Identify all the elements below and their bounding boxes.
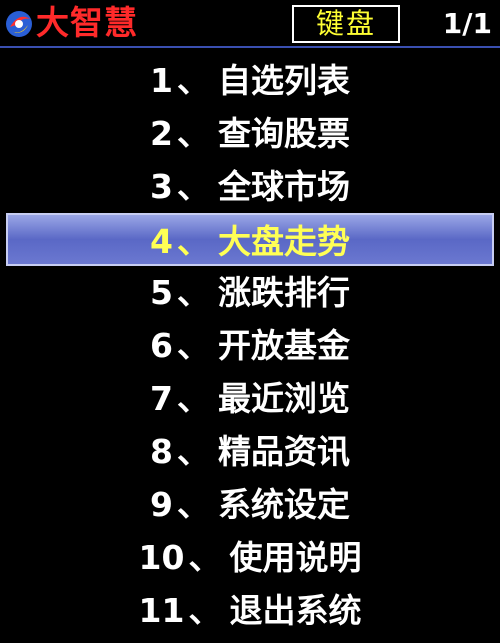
menu-item-recently-viewed[interactable]: 7、最近浏览 xyxy=(0,372,500,425)
app-title: 大智慧 xyxy=(36,3,138,42)
menu-item-number: 3 xyxy=(150,167,173,206)
menu-item-open-funds[interactable]: 6、开放基金 xyxy=(0,319,500,372)
menu-item-number: 4 xyxy=(150,222,173,261)
menu-item-separator: 、 xyxy=(188,538,222,577)
menu-item-label: 开放基金 xyxy=(217,326,350,365)
menu-item-gainers-losers[interactable]: 5、涨跌排行 xyxy=(0,266,500,319)
menu-item-number: 1 xyxy=(150,61,173,100)
menu-item-label: 自选列表 xyxy=(217,61,350,100)
menu-item-market-trend[interactable]: 4、大盘走势 xyxy=(6,213,494,266)
menu-item-label: 涨跌排行 xyxy=(217,273,350,312)
dzh-logo-icon xyxy=(6,11,32,37)
menu-item-label: 全球市场 xyxy=(217,167,350,206)
menu-item-number: 6 xyxy=(150,326,173,365)
menu-item-separator: 、 xyxy=(176,61,210,100)
menu-item-number: 11 xyxy=(138,591,185,630)
menu-item-number: 8 xyxy=(150,432,173,471)
main-menu: 1、自选列表 2、查询股票 3、全球市场 4、大盘走势 5、涨跌排行 6、开放基… xyxy=(0,54,500,637)
menu-item-number: 9 xyxy=(150,485,173,524)
keyboard-mode-button[interactable]: 键盘 xyxy=(292,5,400,43)
menu-item-number: 7 xyxy=(150,379,173,418)
menu-item-system-settings[interactable]: 9、系统设定 xyxy=(0,478,500,531)
menu-item-featured-news[interactable]: 8、精品资讯 xyxy=(0,425,500,478)
menu-item-separator: 、 xyxy=(176,485,210,524)
menu-item-label: 使用说明 xyxy=(229,538,362,577)
menu-item-separator: 、 xyxy=(176,273,210,312)
menu-item-separator: 、 xyxy=(176,222,210,261)
menu-item-label: 最近浏览 xyxy=(217,379,350,418)
menu-item-global-markets[interactable]: 3、全球市场 xyxy=(0,160,500,213)
menu-item-number: 5 xyxy=(150,273,173,312)
menu-item-stock-query[interactable]: 2、查询股票 xyxy=(0,107,500,160)
menu-item-separator: 、 xyxy=(176,114,210,153)
menu-item-separator: 、 xyxy=(188,591,222,630)
menu-item-number: 2 xyxy=(150,114,173,153)
title-bar: 大智慧 键盘 1/1 xyxy=(0,0,500,48)
menu-item-number: 10 xyxy=(138,538,185,577)
menu-item-exit-system[interactable]: 11、退出系统 xyxy=(0,584,500,637)
page-indicator: 1/1 xyxy=(442,7,492,40)
menu-item-label: 精品资讯 xyxy=(217,432,350,471)
menu-item-separator: 、 xyxy=(176,326,210,365)
menu-item-separator: 、 xyxy=(176,379,210,418)
menu-item-watchlist[interactable]: 1、自选列表 xyxy=(0,54,500,107)
menu-item-label: 大盘走势 xyxy=(217,222,350,261)
menu-item-label: 退出系统 xyxy=(229,591,362,630)
menu-item-label: 查询股票 xyxy=(217,114,350,153)
menu-item-user-guide[interactable]: 10、使用说明 xyxy=(0,531,500,584)
menu-item-separator: 、 xyxy=(176,167,210,206)
menu-item-label: 系统设定 xyxy=(217,485,350,524)
menu-item-separator: 、 xyxy=(176,432,210,471)
